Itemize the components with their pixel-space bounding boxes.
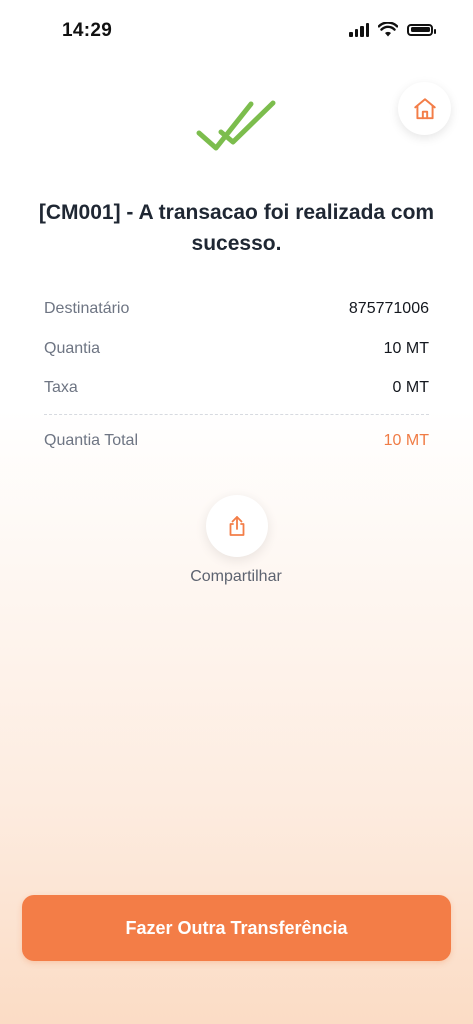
detail-value: 10 MT <box>383 340 429 357</box>
detail-row-recipient: Destinatário 875771006 <box>44 295 429 323</box>
cellular-signal-icon <box>349 22 369 37</box>
detail-value: 0 MT <box>392 379 429 396</box>
home-icon <box>413 97 436 119</box>
share-button[interactable] <box>206 495 268 557</box>
battery-icon <box>407 23 436 36</box>
status-time: 14:29 <box>62 20 113 41</box>
total-label: Quantia Total <box>44 432 138 449</box>
share-icon <box>229 516 245 536</box>
detail-row-amount: Quantia 10 MT <box>44 335 429 363</box>
detail-label: Destinatário <box>44 300 130 317</box>
transaction-details: Destinatário 875771006 Quantia 10 MT Tax… <box>44 295 429 455</box>
status-icons <box>349 22 436 37</box>
detail-label: Taxa <box>44 379 78 396</box>
detail-row-total: Quantia Total 10 MT <box>44 427 429 455</box>
share-label: Compartilhar <box>190 568 282 585</box>
detail-row-fee: Taxa 0 MT <box>44 374 429 402</box>
double-check-icon <box>196 100 276 151</box>
result-title: [CM001] - A transacao foi realizada com … <box>38 201 435 255</box>
home-button[interactable] <box>398 82 451 135</box>
detail-label: Quantia <box>44 340 101 357</box>
dashed-divider <box>44 414 429 415</box>
new-transfer-button[interactable]: Fazer Outra Transferência <box>22 895 451 961</box>
total-value: 10 MT <box>383 432 429 449</box>
wifi-icon <box>378 22 398 37</box>
status-bar: 14:29 <box>0 0 473 62</box>
detail-value: 875771006 <box>348 300 429 317</box>
